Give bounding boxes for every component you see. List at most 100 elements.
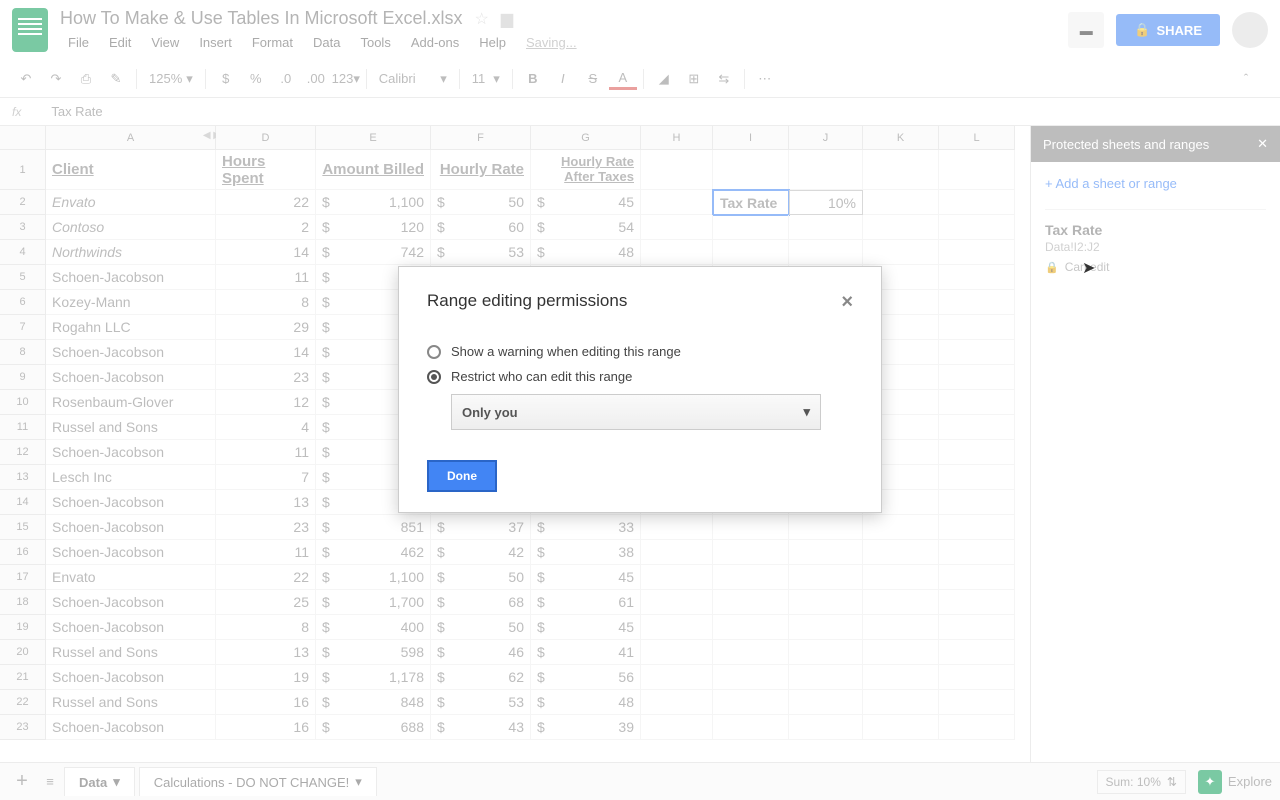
cell[interactable]: $1,178 — [316, 665, 431, 690]
column-header-H[interactable]: H — [641, 126, 713, 150]
cell[interactable] — [863, 215, 939, 240]
cell[interactable]: $45 — [531, 565, 641, 590]
cell[interactable] — [641, 240, 713, 265]
cell[interactable] — [939, 265, 1015, 290]
cell[interactable]: $50 — [431, 190, 531, 215]
tax-rate-value-cell[interactable]: 10% — [789, 190, 863, 215]
cell[interactable]: Schoen-Jacobson — [46, 340, 216, 365]
cell[interactable]: $33 — [531, 515, 641, 540]
menu-edit[interactable]: Edit — [101, 33, 139, 52]
cell[interactable]: Schoen-Jacobson — [46, 365, 216, 390]
cell[interactable]: Schoen-Jacobson — [46, 440, 216, 465]
warning-option[interactable]: Show a warning when editing this range — [427, 344, 853, 359]
menu-addons[interactable]: Add-ons — [403, 33, 467, 52]
done-button[interactable]: Done — [427, 460, 497, 492]
cell[interactable] — [939, 715, 1015, 740]
collapse-toolbar-button[interactable]: ˆ — [1232, 65, 1260, 93]
row-header[interactable]: 23 — [0, 715, 46, 740]
cell[interactable] — [863, 640, 939, 665]
cell[interactable]: $688 — [316, 715, 431, 740]
row-header[interactable]: 21 — [0, 665, 46, 690]
cell[interactable]: $598 — [316, 640, 431, 665]
more-toolbar-button[interactable]: ⋯ — [751, 65, 779, 93]
cell[interactable]: $46 — [431, 640, 531, 665]
increase-decimal-button[interactable]: .00 — [302, 65, 330, 93]
merge-button[interactable]: ⇆ — [710, 65, 738, 93]
cell[interactable]: 16 — [216, 715, 316, 740]
row-header[interactable]: 19 — [0, 615, 46, 640]
cell[interactable] — [939, 465, 1015, 490]
print-button[interactable]: ⎙ — [72, 65, 100, 93]
explore-button[interactable]: ✦Explore — [1198, 770, 1272, 794]
cell[interactable]: Russel and Sons — [46, 640, 216, 665]
doc-title[interactable]: How To Make & Use Tables In Microsoft Ex… — [60, 8, 462, 29]
row-header[interactable]: 17 — [0, 565, 46, 590]
row-header[interactable]: 6 — [0, 290, 46, 315]
cell[interactable]: $50 — [431, 615, 531, 640]
cell[interactable]: $38 — [531, 540, 641, 565]
cell[interactable] — [641, 150, 713, 190]
cell[interactable] — [789, 590, 863, 615]
cell[interactable]: 14 — [216, 340, 316, 365]
cell[interactable] — [939, 515, 1015, 540]
cell[interactable]: $61 — [531, 590, 641, 615]
cell[interactable]: Hourly Rate — [431, 150, 531, 190]
row-header[interactable]: 12 — [0, 440, 46, 465]
cell[interactable]: Schoen-Jacobson — [46, 715, 216, 740]
cell[interactable]: $43 — [431, 715, 531, 740]
row-header[interactable]: 7 — [0, 315, 46, 340]
cell[interactable]: 4 — [216, 415, 316, 440]
cell[interactable] — [939, 340, 1015, 365]
cell[interactable]: Russel and Sons — [46, 690, 216, 715]
cell[interactable]: $53 — [431, 690, 531, 715]
cell[interactable] — [939, 565, 1015, 590]
cell[interactable] — [939, 615, 1015, 640]
cell[interactable] — [939, 490, 1015, 515]
editor-select[interactable]: Only you▾ — [451, 394, 821, 430]
cell[interactable]: 12 — [216, 390, 316, 415]
row-header[interactable]: 9 — [0, 365, 46, 390]
share-button[interactable]: 🔒SHARE — [1116, 14, 1220, 46]
cell[interactable]: $68 — [431, 590, 531, 615]
cell[interactable]: Hours Spent — [216, 150, 316, 190]
row-header[interactable]: 13 — [0, 465, 46, 490]
cell[interactable]: $50 — [431, 565, 531, 590]
cell[interactable] — [863, 515, 939, 540]
cell[interactable]: 14 — [216, 240, 316, 265]
cell[interactable] — [939, 290, 1015, 315]
cell[interactable] — [641, 615, 713, 640]
protected-range-item[interactable]: Tax Rate Data!I2:J2 🔒Can edit — [1045, 209, 1266, 274]
cell[interactable] — [939, 440, 1015, 465]
cell[interactable] — [863, 190, 939, 215]
dialog-close-button[interactable]: × — [841, 291, 853, 314]
cell[interactable]: $60 — [431, 215, 531, 240]
decrease-decimal-button[interactable]: .0 — [272, 65, 300, 93]
row-header[interactable]: 22 — [0, 690, 46, 715]
strike-button[interactable]: S — [579, 65, 607, 93]
cell[interactable]: 13 — [216, 640, 316, 665]
cell[interactable]: $53 — [431, 240, 531, 265]
cell[interactable] — [713, 515, 789, 540]
cell[interactable] — [713, 540, 789, 565]
row-header[interactable]: 14 — [0, 490, 46, 515]
menu-view[interactable]: View — [143, 33, 187, 52]
cell[interactable]: $1,100 — [316, 190, 431, 215]
cell[interactable]: Schoen-Jacobson — [46, 665, 216, 690]
cell[interactable]: $37 — [431, 515, 531, 540]
cell[interactable] — [939, 215, 1015, 240]
cell[interactable]: 8 — [216, 615, 316, 640]
cell[interactable]: Contoso — [46, 215, 216, 240]
cell[interactable] — [789, 540, 863, 565]
cell[interactable]: Schoen-Jacobson — [46, 265, 216, 290]
font-select[interactable]: Calibri▾ — [373, 69, 453, 89]
cell[interactable]: 22 — [216, 565, 316, 590]
select-all-corner[interactable] — [0, 126, 46, 150]
undo-button[interactable]: ↶ — [12, 65, 40, 93]
cell[interactable] — [863, 240, 939, 265]
cell[interactable] — [789, 215, 863, 240]
cell[interactable]: 7 — [216, 465, 316, 490]
cell[interactable]: 11 — [216, 440, 316, 465]
cell[interactable] — [789, 715, 863, 740]
cell[interactable] — [713, 640, 789, 665]
cell[interactable] — [641, 190, 713, 215]
